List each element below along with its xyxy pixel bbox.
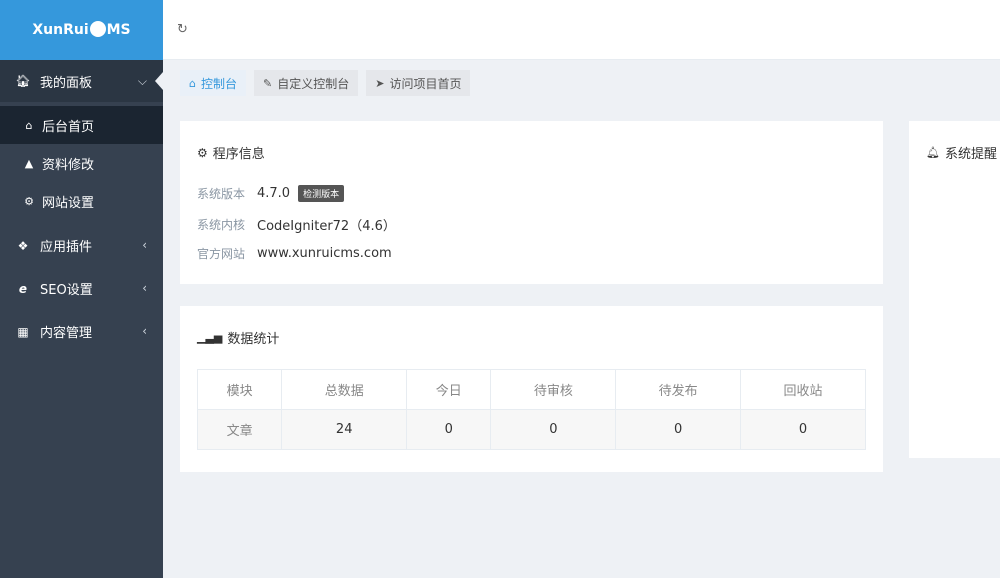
edit-icon: ✎ — [263, 76, 273, 90]
sidebar-item-label: SEO设置 — [40, 283, 93, 298]
tab-label: 自定义控制台 — [277, 76, 350, 91]
panel-title: ▁▃▅ 数据统计 — [197, 328, 279, 347]
home-icon: ⌂ — [189, 76, 196, 90]
info-value: CodeIgniter72（4.6） — [257, 219, 396, 234]
sidebar-item-content[interactable]: ▦ 内容管理 ‹ — [0, 310, 163, 353]
bar-chart-icon: ▁▃▅ — [197, 331, 223, 344]
column-header: 回收站 — [740, 369, 866, 410]
sidebar-subitem-dashboard[interactable]: ⌂ 后台首页 — [0, 106, 163, 144]
sidebar-item-label: 我的面板 — [40, 75, 93, 91]
sidebar-item-label: 应用插件 — [40, 240, 93, 255]
table-cell[interactable]: 0 — [490, 409, 617, 450]
info-label: 系统内核 — [197, 218, 246, 232]
logo[interactable]: XunRui MS — [0, 0, 163, 60]
info-value: 4.7.0 — [257, 186, 291, 201]
info-row-kernel: 系统内核 CodeIgniter72（4.6） — [197, 215, 396, 234]
check-version-button[interactable]: 检测版本 — [298, 185, 345, 202]
sidebar-subitem-label: 后台首页 — [42, 119, 95, 135]
home-icon: ⌂ — [25, 118, 33, 132]
refresh-icon[interactable]: ↻ — [177, 22, 188, 37]
data-stats-panel: ▁▃▅ 数据统计 模块 总数据 今日 待审核 待发布 回收站 文章 24 0 0… — [180, 306, 883, 472]
website-link[interactable]: www.xunruicms.com — [257, 246, 392, 261]
table-header-row: 模块 总数据 今日 待审核 待发布 回收站 — [196, 369, 866, 410]
bell-icon: 🔔︎ — [926, 146, 940, 159]
panel-title-text: 系统提醒 — [944, 147, 997, 162]
tab-dashboard[interactable]: ⌂ 控制台 — [180, 70, 246, 96]
table-cell-module[interactable]: 文章 — [196, 409, 283, 450]
info-row-version: 系统版本 4.7.0 检测版本 — [197, 185, 345, 202]
tab-visit-home[interactable]: ➤ 访问项目首页 — [366, 70, 471, 96]
sidebar-item-my-panel[interactable]: 🏠︎ 我的面板 ⌵ — [0, 60, 163, 102]
sidebar-item-plugins[interactable]: ❖ 应用插件 ‹ — [0, 224, 163, 267]
chevron-left-icon: ‹ — [142, 324, 147, 338]
system-notice-panel: 🔔︎ 系统提醒 — [909, 121, 1000, 458]
panel-title-text: 程序信息 — [212, 147, 265, 162]
table-cell[interactable]: 0 — [615, 409, 742, 450]
grid-icon: ▦ — [17, 324, 29, 339]
program-info-panel: ⚙ 程序信息 系统版本 4.7.0 检测版本 系统内核 CodeIgniter7… — [180, 121, 883, 284]
sidebar: 🏠︎ 我的面板 ⌵ ⌂ 后台首页 ▲ 资料修改 ⚙ 网站设置 ❖ 应用插件 ‹ … — [0, 60, 163, 578]
table-cell[interactable]: 0 — [740, 409, 866, 450]
sidebar-subitem-label: 网站设置 — [42, 195, 95, 211]
column-header: 模块 — [196, 369, 283, 410]
puzzle-icon: ❖ — [17, 238, 29, 253]
info-label: 官方网站 — [197, 247, 246, 261]
logo-text-a: XunRui — [32, 22, 89, 38]
gear-icon: ⚙ — [24, 194, 34, 208]
table-cell[interactable]: 24 — [281, 409, 408, 450]
home-icon: 🏠︎ — [15, 74, 31, 88]
chevron-left-icon: ‹ — [142, 238, 147, 252]
sidebar-subitem-label: 资料修改 — [42, 157, 95, 173]
info-label: 系统版本 — [197, 187, 246, 201]
chevron-left-icon: ‹ — [142, 281, 147, 295]
column-header: 待发布 — [615, 369, 742, 410]
column-header: 总数据 — [281, 369, 408, 410]
panel-title-text: 数据统计 — [227, 332, 280, 347]
stats-table: 模块 总数据 今日 待审核 待发布 回收站 文章 24 0 0 0 0 — [196, 369, 866, 450]
sidebar-subitem-site-settings[interactable]: ⚙ 网站设置 — [0, 182, 163, 220]
column-header: 待审核 — [490, 369, 617, 410]
panel-title: ⚙ 程序信息 — [197, 143, 265, 163]
sidebar-subitem-profile[interactable]: ▲ 资料修改 — [0, 144, 163, 182]
column-header: 今日 — [406, 369, 492, 410]
table-row: 文章 24 0 0 0 0 — [196, 409, 866, 450]
tab-label: 访问项目首页 — [389, 76, 462, 91]
user-icon: ▲ — [24, 156, 34, 170]
sidebar-submenu: ⌂ 后台首页 ▲ 资料修改 ⚙ 网站设置 — [0, 102, 163, 224]
send-icon: ➤ — [375, 76, 385, 90]
chevron-down-icon: ⌵ — [137, 74, 147, 88]
top-bar: ↻ — [163, 0, 1000, 60]
logo-text-b: MS — [106, 22, 131, 38]
flame-logo-icon — [89, 21, 106, 37]
ie-icon: e — [18, 281, 28, 296]
panel-title: 🔔︎ 系统提醒 — [926, 143, 997, 162]
tab-custom-dashboard[interactable]: ✎ 自定义控制台 — [254, 70, 359, 96]
table-cell[interactable]: 0 — [406, 409, 492, 450]
gear-icon: ⚙ — [197, 145, 208, 160]
page-tabs: ⌂ 控制台 ✎ 自定义控制台 ➤ 访问项目首页 — [180, 70, 471, 96]
tab-label: 控制台 — [200, 76, 237, 91]
info-row-website: 官方网站 www.xunruicms.com — [197, 245, 392, 262]
sidebar-item-seo[interactable]: e SEO设置 ‹ — [0, 267, 163, 310]
sidebar-item-label: 内容管理 — [40, 326, 93, 341]
